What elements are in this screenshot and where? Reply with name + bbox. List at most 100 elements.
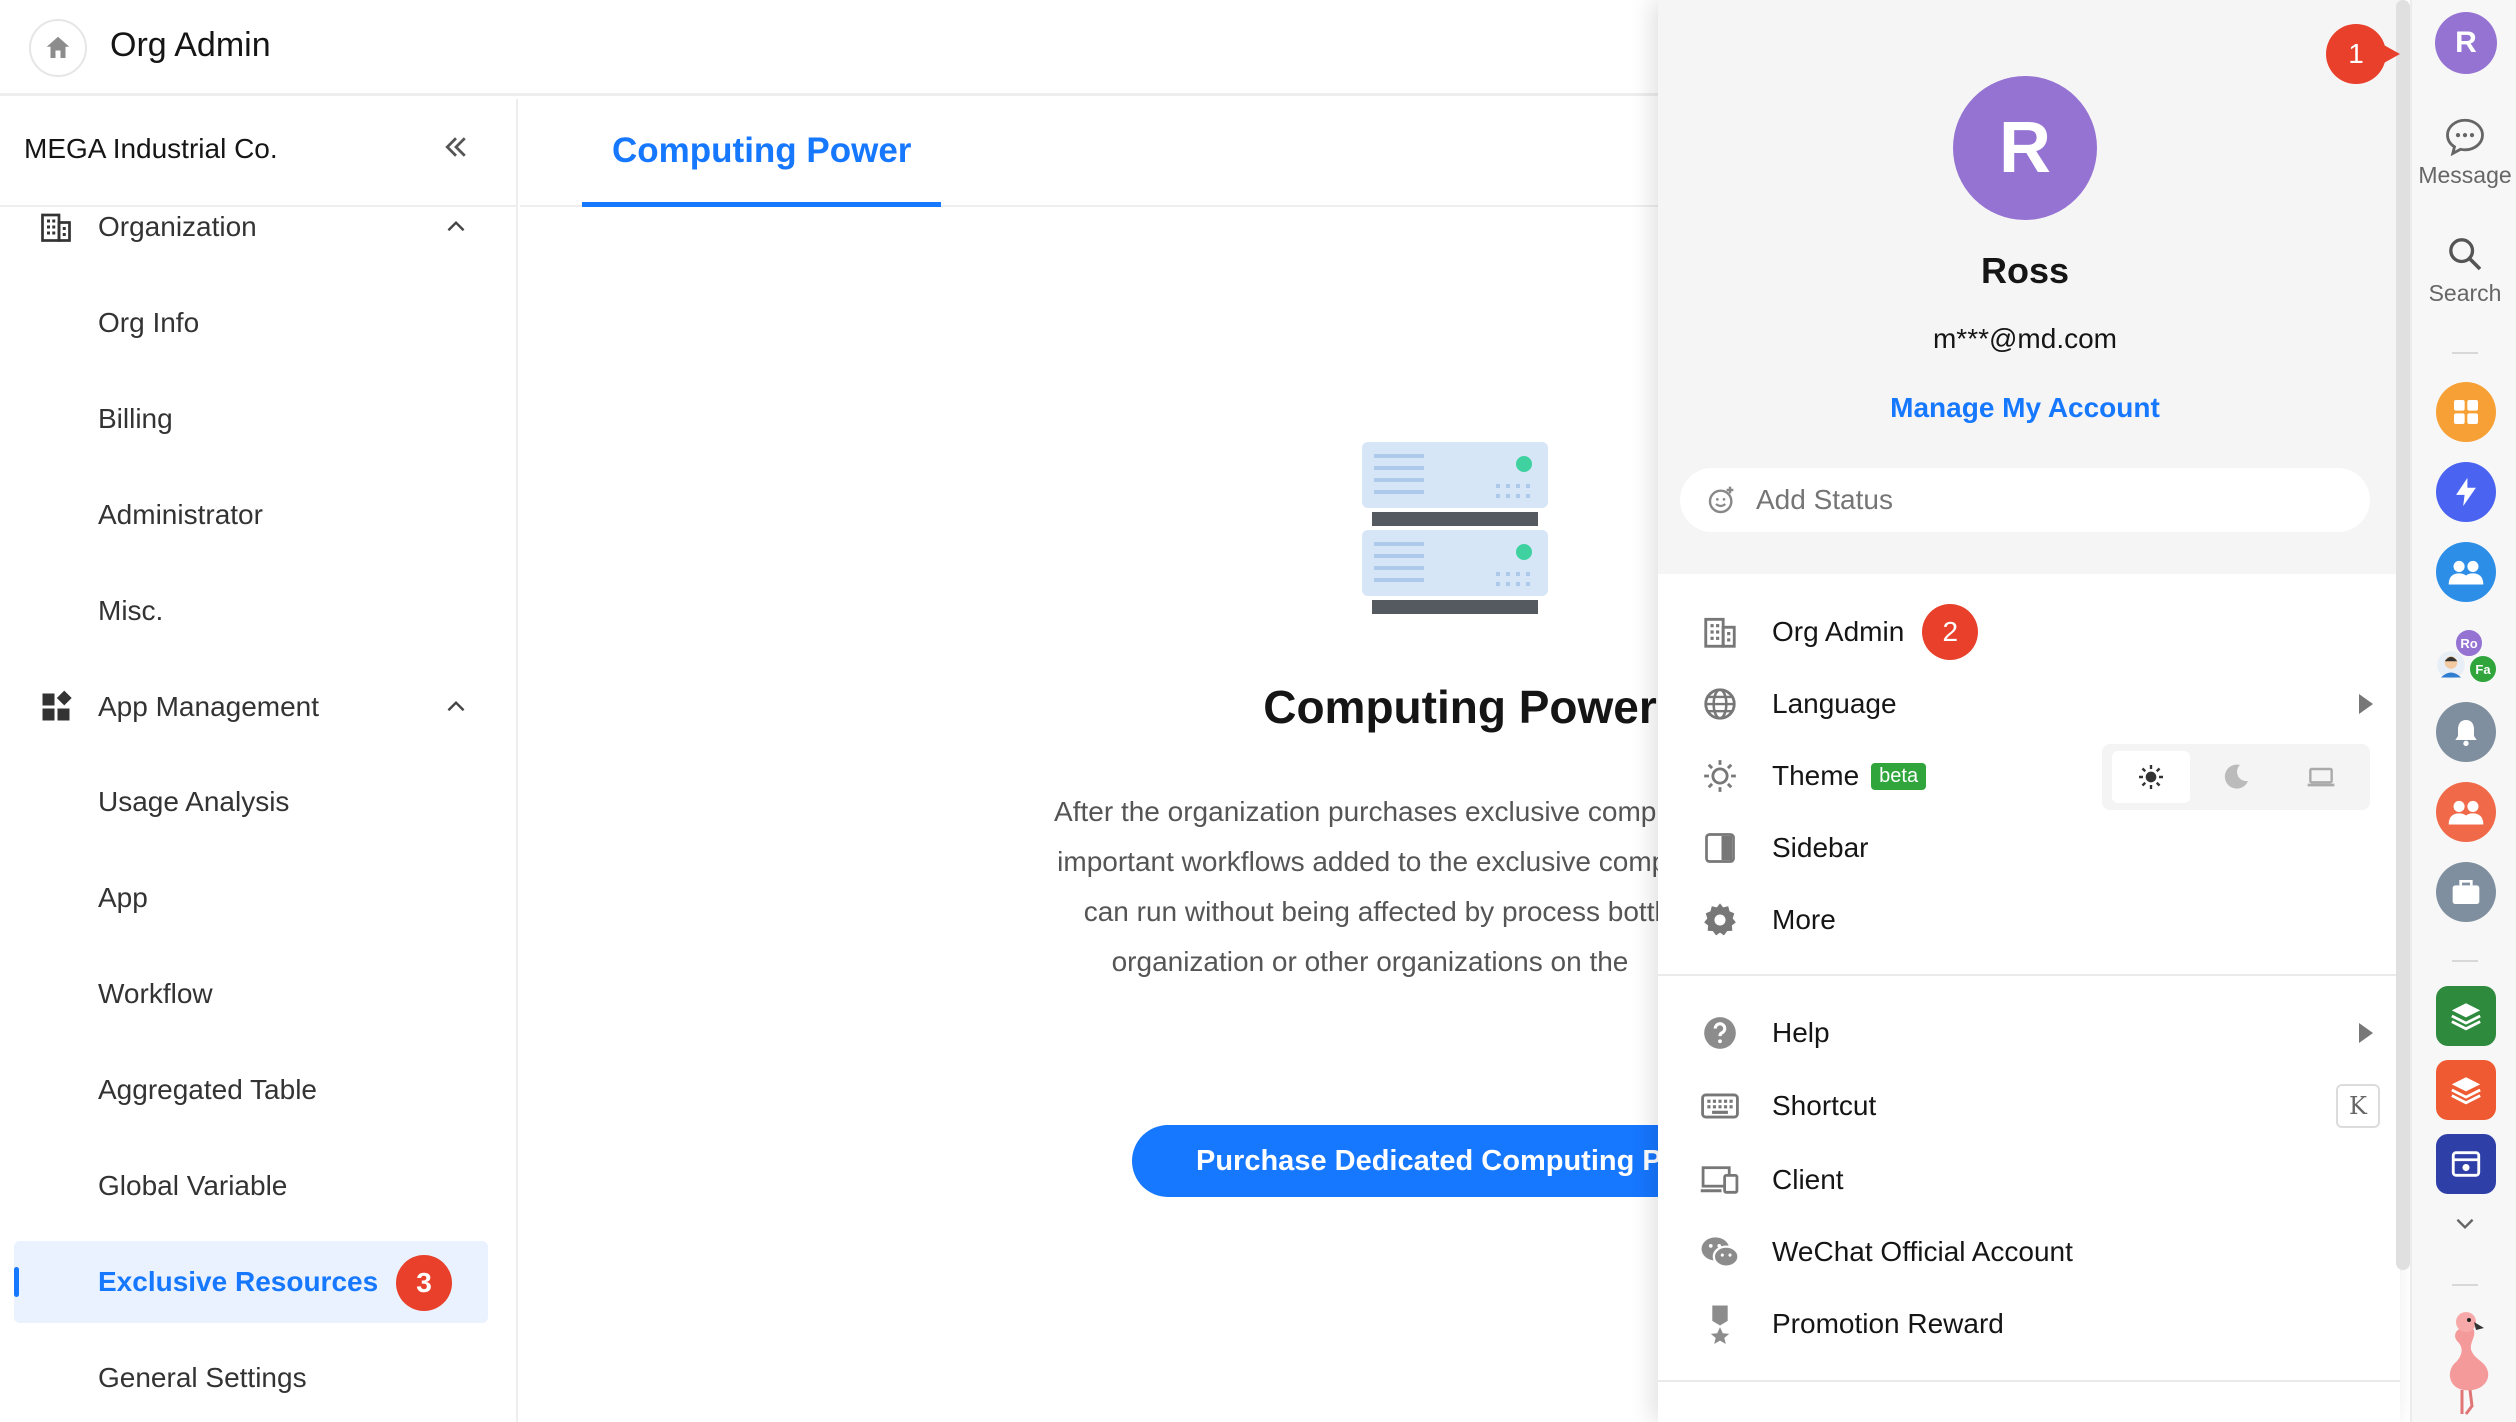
rail-divider [2452,1284,2478,1286]
grid-icon [2454,400,2478,424]
building-icon [36,207,76,247]
nav-item-label: Exclusive Resources [98,1266,379,1297]
grid-app[interactable] [2436,382,2496,442]
bell-app[interactable] [2436,702,2496,762]
green-app[interactable] [2436,986,2496,1046]
gear-icon [1698,898,1742,942]
keyboard-icon [1698,1084,1742,1128]
hero-description: After the organization purchases exclusi… [960,787,1720,987]
description-line: can run without being affected by proces… [1083,896,1677,927]
menu-item-label: Help [1772,1017,1830,1048]
server-icon [1362,442,1548,614]
popover-scrollbar[interactable] [2396,0,2410,1270]
rail-expand-button[interactable] [2412,1210,2516,1236]
sun-icon [2138,765,2163,789]
collapse-sidebar-button[interactable] [436,127,476,167]
theme-light-option[interactable] [2111,751,2190,803]
menu-item-org-admin[interactable]: Org Admin 2 [1698,602,2388,662]
menu-item-shortcut[interactable]: Shortcut K [1698,1076,2388,1136]
chat-bubble-icon [2446,118,2484,156]
tab-computing-power[interactable]: Computing Power [582,99,942,207]
navy-app[interactable] [2436,1134,2496,1194]
nav-group-label: App Management [98,691,320,722]
chevron-up-icon [436,207,476,247]
briefcase-app[interactable] [2436,862,2496,922]
bell-icon [2455,720,2477,746]
menu-item-language[interactable]: Language [1698,674,2388,734]
main-content: Computing Power [520,99,1660,1422]
purchase-button[interactable]: Purchase Dedicated Computing Po [1132,1125,1692,1197]
theme-system-option[interactable] [2282,751,2360,803]
nav-item-administrator[interactable]: Administrator [14,474,488,556]
person-avatar-icon [2437,651,2465,679]
register-icon [2451,1151,2481,1177]
nav-item-workflow[interactable]: Workflow [14,953,488,1035]
nav-item-global-variable[interactable]: Global Variable [14,1145,488,1227]
menu-item-wechat[interactable]: WeChat Official Account [1698,1222,2388,1282]
menu-item-label: Client [1772,1164,1844,1195]
menu-item-client[interactable]: Client [1698,1150,2388,1210]
people-icon [2448,560,2484,585]
sidebar-toggle-icon [1698,826,1742,870]
rail-label: Message [2418,162,2512,188]
search-icon [2449,238,2482,271]
home-button[interactable] [29,19,87,77]
help-icon [1698,1011,1742,1055]
smiley-add-icon [1708,486,1734,514]
nav-item-app[interactable]: App [14,857,488,939]
org-name: MEGA Industrial Co. [24,133,278,164]
nav-item-usage-analysis[interactable]: Usage Analysis [14,761,488,843]
top-bar: Org Admin [0,0,1660,96]
moon-icon [2224,764,2248,789]
menu-item-promotion-reward[interactable]: Promotion Reward [1698,1294,2388,1354]
menu-item-label: Theme [1772,760,1860,791]
rail-divider [2452,352,2478,354]
nav-group-organization[interactable]: Organization [36,199,476,255]
bolt-app[interactable] [2436,462,2496,522]
menu-item-sidebar[interactable]: Sidebar [1698,818,2388,878]
nav-item-billing[interactable]: Billing [14,378,488,460]
nav-group-label: Organization [98,211,257,242]
menu-item-label: Language [1772,688,1897,719]
menu-divider [1658,974,2400,976]
user-email: m***@md.com [1932,323,2117,354]
page-title: Org Admin [110,26,271,64]
rail-label: Search [2428,280,2502,306]
nav-item-aggregated-table[interactable]: Aggregated Table [14,1049,488,1131]
user-avatar[interactable]: R [1953,76,2097,220]
rail-message-button[interactable]: Message [2412,116,2516,189]
medal-icon [1698,1302,1742,1346]
rail-user-avatar[interactable]: R [2435,12,2497,74]
contacts-app[interactable] [2436,542,2496,602]
group-app[interactable] [2436,782,2496,842]
home-icon [46,36,70,58]
manage-account-link[interactable]: Manage My Account [1658,392,2392,424]
nav-item-exclusive-resources[interactable]: Exclusive Resources 3 [14,1241,488,1323]
menu-item-help[interactable]: Help [1698,1003,2388,1063]
nav-item-misc[interactable]: Misc. [14,570,488,652]
left-sidebar: MEGA Industrial Co. Organization Org Inf… [0,99,518,1422]
menu-item-label: Org Admin [1772,616,1905,647]
team-avatars[interactable]: Ro Fa [2436,624,2498,684]
account-header: R Ross m***@md.com Manage My Account Add… [1658,0,2400,574]
orange-app[interactable] [2436,1060,2496,1120]
nav-item-org-info[interactable]: Org Info [14,282,488,364]
caret-right-icon [2359,694,2373,714]
nav-group-app-management[interactable]: App Management [36,679,476,735]
menu-item-more[interactable]: More [1698,890,2388,950]
rail-search-button[interactable]: Search [2412,234,2516,307]
globe-icon [1698,682,1742,726]
account-popover: R Ross m***@md.com Manage My Account Add… [1658,0,2400,1422]
shortcut-key: K [2336,1084,2380,1128]
theme-dark-option[interactable] [2197,751,2275,803]
briefcase-icon [2452,880,2480,904]
mini-avatar: Fa [2468,654,2498,684]
menu-item-label: Shortcut [1772,1090,1877,1121]
description-line: important workflows added to the exclusi… [1057,846,1683,877]
add-status-input[interactable]: Add Status [1680,468,2370,532]
step-marker-1: 1 [2326,24,2386,84]
theme-icon [1698,754,1742,798]
double-chevron-left-icon [445,137,466,157]
nav-item-general-settings[interactable]: General Settings [14,1337,488,1419]
group-icon [2448,800,2484,825]
